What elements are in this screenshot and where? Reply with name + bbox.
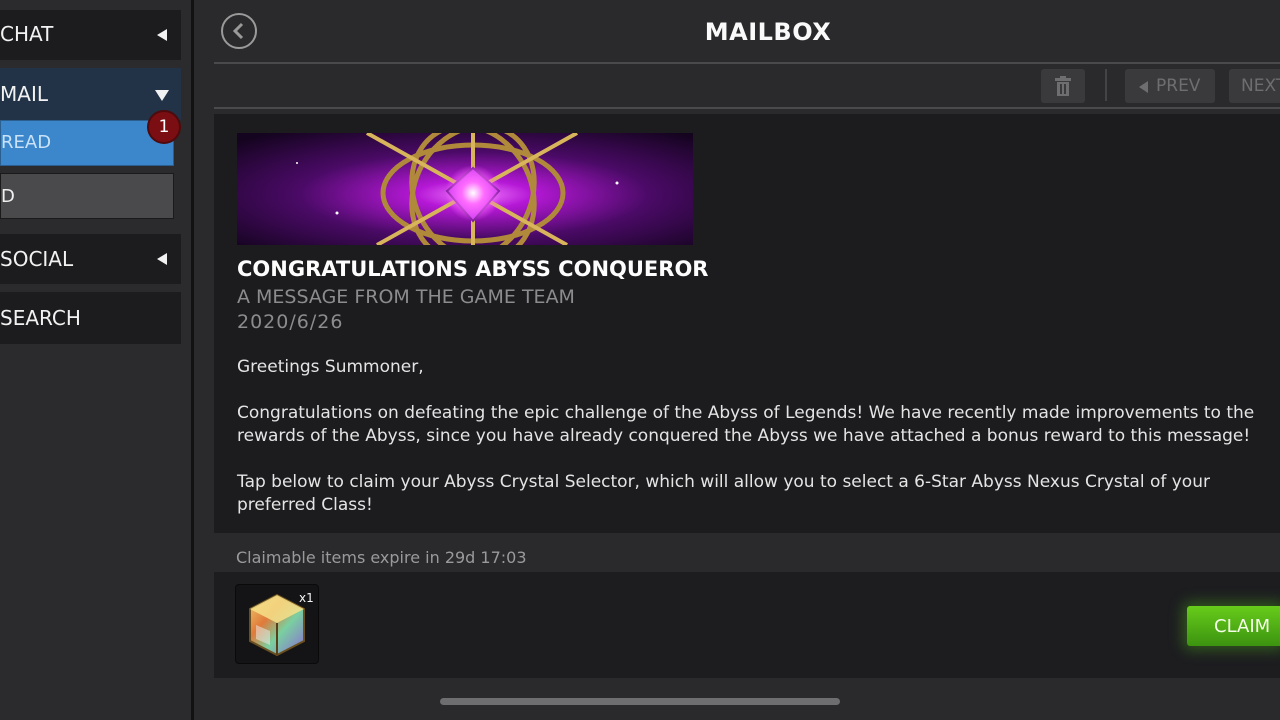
sidebar-item-label: CHAT <box>0 22 54 46</box>
collapse-arrow-icon <box>157 253 167 265</box>
prev-arrow-icon <box>1139 81 1148 93</box>
sidebar-item-label: SOCIAL <box>0 247 74 271</box>
claim-label: CLAIM <box>1214 616 1271 637</box>
message-paragraph-line: preferred Class! <box>237 495 373 515</box>
message-paragraph-line: rewards of the Abyss, since you have alr… <box>237 426 1251 446</box>
prev-button[interactable]: PREV <box>1125 69 1215 103</box>
message-sender: A MESSAGE FROM THE GAME TEAM <box>237 286 575 308</box>
claim-button[interactable]: CLAIM <box>1187 606 1280 646</box>
sidebar-item-social[interactable]: SOCIAL <box>0 234 181 284</box>
message-greeting: Greetings Summoner, <box>237 357 424 377</box>
delete-button[interactable] <box>1041 69 1085 103</box>
divider <box>214 107 1280 109</box>
next-label: NEXT <box>1241 76 1280 96</box>
unread-count-badge: 1 <box>147 110 181 144</box>
divider <box>214 62 1280 64</box>
message-paragraph-line: Congratulations on defeating the epic ch… <box>237 403 1255 423</box>
expiry-text: Claimable items expire in 29d 17:03 <box>236 548 527 567</box>
message-date: 2020/6/26 <box>237 311 344 333</box>
message-title: CONGRATULATIONS ABYSS CONQUEROR <box>237 257 709 281</box>
sidebar-item-search[interactable]: SEARCH <box>0 292 181 344</box>
sidebar-item-read[interactable]: D <box>0 173 174 219</box>
page-title: MAILBOX <box>704 18 832 46</box>
toolbar-separator <box>1105 69 1107 101</box>
sidebar-item-label: SEARCH <box>0 306 81 330</box>
prev-label: PREV <box>1156 76 1201 96</box>
sidebar-divider <box>191 0 194 720</box>
sidebar-item-label: MAIL <box>0 82 48 106</box>
sidebar-item-label: READ <box>1 132 52 153</box>
expand-arrow-icon <box>155 90 169 101</box>
collapse-arrow-icon <box>157 29 167 41</box>
sidebar-item-chat[interactable]: CHAT <box>0 10 181 60</box>
trash-icon <box>1055 76 1071 96</box>
home-indicator[interactable] <box>440 698 840 705</box>
next-button[interactable]: NEXT <box>1229 69 1280 103</box>
chevron-left-icon <box>232 22 244 40</box>
message-paragraph-line: Tap below to claim your Abyss Crystal Se… <box>237 472 1210 492</box>
abyss-banner-image <box>237 133 693 245</box>
sidebar-item-label: D <box>1 186 15 207</box>
reward-panel <box>214 572 1280 678</box>
back-button[interactable] <box>221 13 257 49</box>
reward-quantity: x1 <box>299 591 314 605</box>
